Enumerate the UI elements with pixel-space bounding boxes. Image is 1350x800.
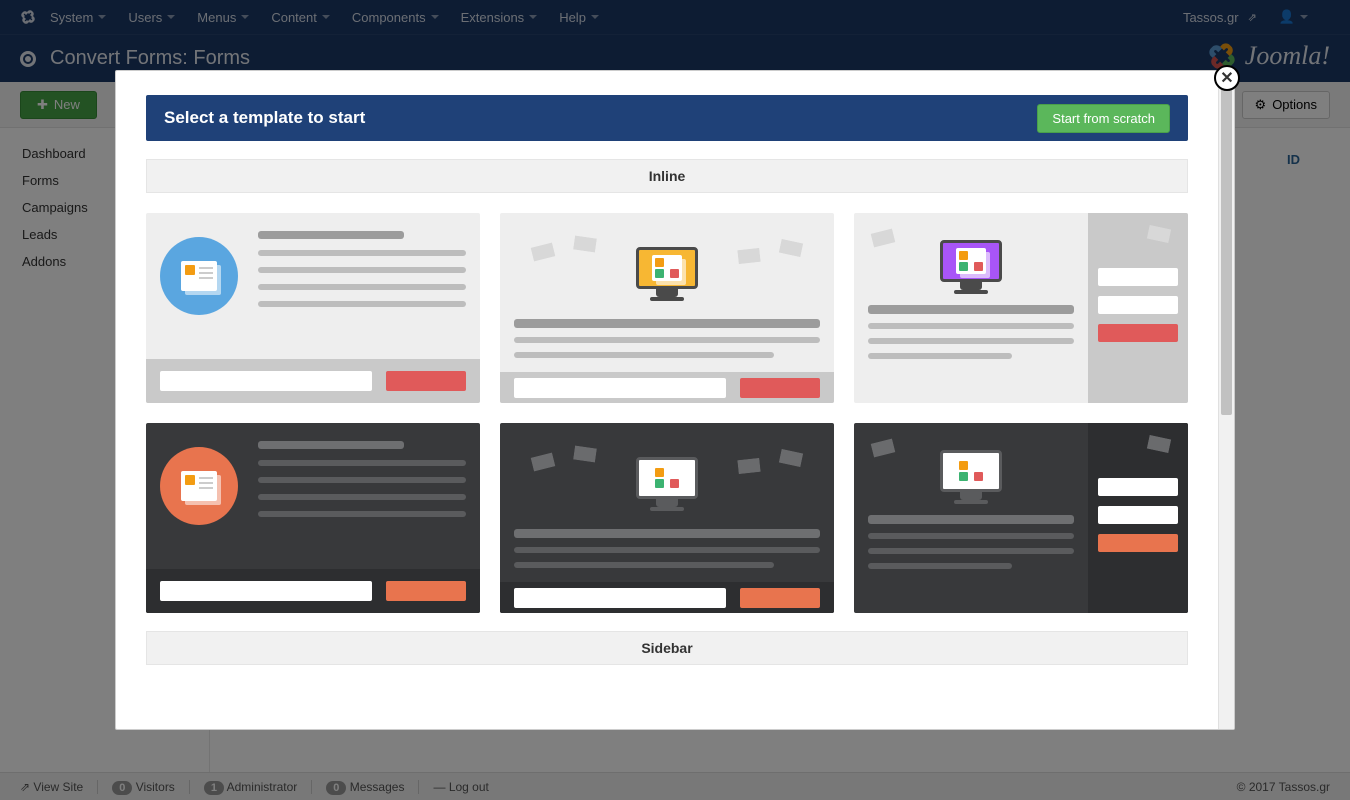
template-card[interactable] [854, 423, 1188, 613]
section-sidebar: Sidebar [146, 631, 1188, 665]
monitor-icon [636, 457, 698, 499]
modal-title: Select a template to start [164, 108, 1037, 128]
template-card[interactable] [854, 213, 1188, 403]
close-icon[interactable]: ✕ [1214, 65, 1240, 91]
template-footer [500, 582, 834, 613]
circle-icon [160, 447, 238, 525]
template-card[interactable] [146, 423, 480, 613]
template-footer [146, 359, 480, 403]
template-footer [500, 372, 834, 403]
monitor-icon [940, 240, 1002, 282]
modal-scrollbar[interactable] [1218, 71, 1234, 729]
circle-icon [160, 237, 238, 315]
template-card[interactable] [146, 213, 480, 403]
modal-header: Select a template to start Start from sc… [146, 95, 1188, 141]
template-footer [146, 569, 480, 613]
start-from-scratch-button[interactable]: Start from scratch [1037, 104, 1170, 133]
template-sidebar-preview [1088, 213, 1188, 403]
template-card[interactable] [500, 213, 834, 403]
template-modal: Select a template to start Start from sc… [115, 70, 1235, 730]
monitor-icon [940, 450, 1002, 492]
section-inline: Inline [146, 159, 1188, 193]
template-card[interactable] [500, 423, 834, 613]
monitor-icon [636, 247, 698, 289]
template-grid-inline [146, 213, 1188, 613]
template-sidebar-preview [1088, 423, 1188, 613]
